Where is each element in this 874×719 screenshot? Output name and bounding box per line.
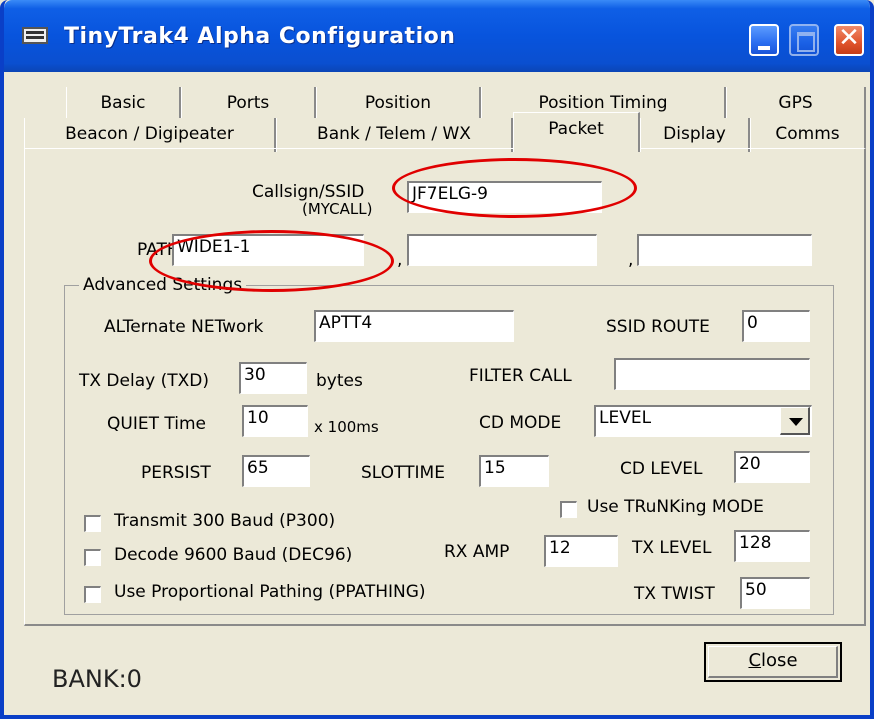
tab-position[interactable]: Position: [316, 87, 481, 121]
alternate-net-label: ALTernate NETwork: [104, 317, 264, 337]
path-input-3[interactable]: [637, 234, 812, 266]
tab-packet[interactable]: Packet: [513, 112, 640, 152]
callsign-label: Callsign/SSID: [252, 182, 365, 202]
minimize-button[interactable]: [749, 24, 779, 56]
close-accelerator: C: [748, 650, 762, 671]
rx-amp-input[interactable]: 12: [544, 535, 618, 567]
title-bar[interactable]: TinyTrak4 Alpha Configuration ✕: [4, 0, 870, 72]
config-window: TinyTrak4 Alpha Configuration ✕ Basic Po…: [0, 0, 874, 719]
app-icon[interactable]: [22, 27, 48, 44]
window-title: TinyTrak4 Alpha Configuration: [64, 24, 456, 49]
use-trunking-label: Use TRuNKing MODE: [587, 497, 764, 517]
tab-display[interactable]: Display: [640, 118, 750, 152]
persist-input[interactable]: 65: [242, 455, 310, 487]
tab-comms[interactable]: Comms: [750, 118, 866, 152]
use-ppathing-label: Use Proportional Pathing (PPATHING): [114, 582, 426, 602]
slottime-label: SLOTTIME: [361, 463, 445, 483]
tx-level-input[interactable]: 128: [734, 530, 810, 562]
cd-level-input[interactable]: 20: [734, 451, 810, 483]
rx-amp-label: RX AMP: [444, 542, 510, 562]
slottime-input[interactable]: 15: [479, 455, 549, 487]
alternate-net-input[interactable]: APTT4: [314, 310, 514, 342]
transmit-300-checkbox[interactable]: [84, 515, 101, 532]
close-window-button[interactable]: ✕: [834, 23, 864, 56]
cd-mode-select[interactable]: LEVEL: [594, 405, 812, 437]
tx-twist-input[interactable]: 50: [740, 577, 810, 609]
tx-delay-unit: bytes: [316, 371, 363, 391]
path-separator-2: ,: [628, 250, 634, 270]
close-label-rest: lose: [761, 650, 798, 671]
decode-9600-label: Decode 9600 Baud (DEC96): [114, 545, 353, 565]
tx-level-label: TX LEVEL: [632, 538, 712, 558]
path-input-1[interactable]: WIDE1-1: [172, 234, 364, 266]
quiet-time-unit: x 100ms: [314, 418, 379, 436]
tab-basic[interactable]: Basic: [66, 87, 181, 121]
tab-gps[interactable]: GPS: [726, 87, 866, 121]
decode-9600-checkbox[interactable]: [84, 549, 101, 566]
filter-call-label: FILTER CALL: [469, 366, 572, 386]
bank-status: BANK:0: [52, 665, 142, 693]
close-button[interactable]: Close: [704, 642, 842, 682]
cd-mode-label: CD MODE: [479, 413, 562, 433]
quiet-time-input[interactable]: 10: [242, 405, 308, 437]
filter-call-input[interactable]: [614, 358, 810, 390]
tab-bank-telem-wx[interactable]: Bank / Telem / WX: [276, 118, 513, 152]
ssid-route-label: SSID ROUTE: [606, 317, 710, 337]
tab-beacon-digipeater[interactable]: Beacon / Digipeater: [24, 118, 276, 152]
path-input-2[interactable]: [407, 234, 597, 266]
use-ppathing-checkbox[interactable]: [84, 586, 101, 603]
close-icon: ✕: [838, 23, 860, 53]
advanced-settings-legend: Advanced Settings: [79, 275, 247, 295]
quiet-time-label: QUIET Time: [107, 414, 206, 434]
use-trunking-checkbox[interactable]: [560, 501, 577, 518]
cd-mode-value: LEVEL: [599, 408, 652, 428]
callsign-input[interactable]: JF7ELG-9: [407, 181, 602, 213]
path-separator-1: ,: [397, 250, 403, 270]
persist-label: PERSIST: [141, 463, 211, 483]
transmit-300-label: Transmit 300 Baud (P300): [114, 511, 336, 531]
tab-ports[interactable]: Ports: [181, 87, 316, 121]
mycall-label: (MYCALL): [302, 200, 373, 218]
tx-delay-label: TX Delay (TXD): [79, 371, 209, 391]
tx-delay-input[interactable]: 30: [239, 362, 307, 394]
tx-twist-label: TX TWIST: [634, 584, 715, 604]
chevron-down-icon[interactable]: [780, 407, 810, 435]
cd-level-label: CD LEVEL: [620, 459, 703, 479]
maximize-button[interactable]: [789, 24, 819, 56]
ssid-route-input[interactable]: 0: [742, 310, 810, 342]
